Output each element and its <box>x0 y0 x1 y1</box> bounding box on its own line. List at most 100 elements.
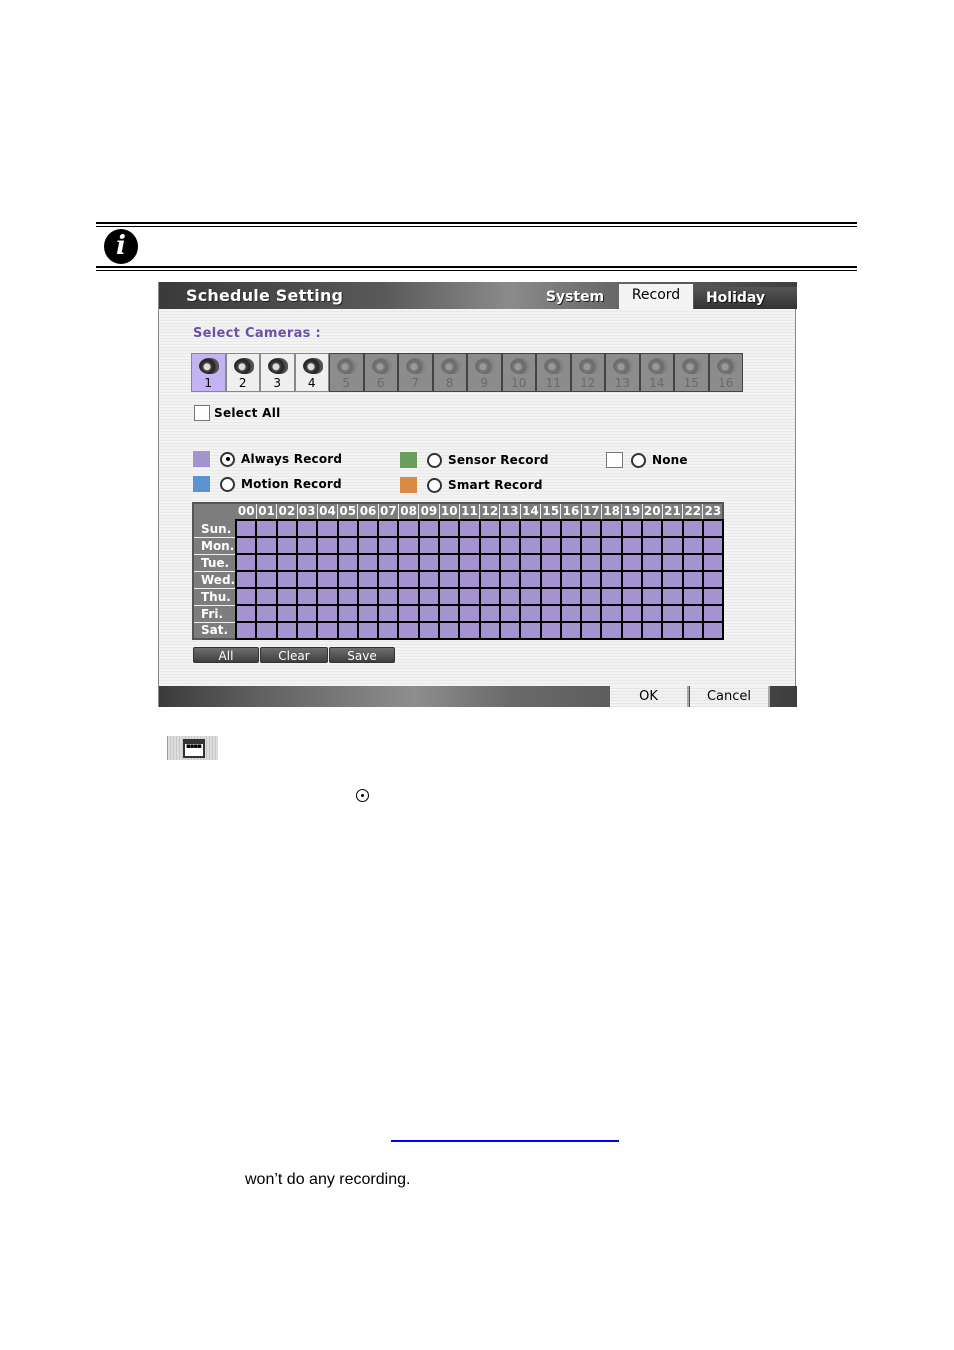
schedule-cell[interactable] <box>600 570 623 589</box>
schedule-cell[interactable] <box>255 519 278 538</box>
hour-header[interactable]: 19 <box>621 502 643 521</box>
schedule-cell[interactable] <box>275 604 299 623</box>
schedule-cell[interactable] <box>519 570 542 589</box>
schedule-cell[interactable] <box>336 519 359 538</box>
schedule-cell[interactable] <box>539 621 562 640</box>
schedule-cell[interactable] <box>275 621 299 640</box>
schedule-cell[interactable] <box>620 621 644 640</box>
all-button[interactable]: All <box>193 647 259 663</box>
schedule-cell[interactable] <box>580 587 603 606</box>
schedule-cell[interactable] <box>600 621 623 640</box>
schedule-cell[interactable] <box>580 519 603 538</box>
tab-system[interactable]: System <box>544 286 606 309</box>
schedule-cell[interactable] <box>701 536 725 555</box>
schedule-cell[interactable] <box>417 553 441 572</box>
schedule-cell[interactable] <box>458 587 481 606</box>
schedule-cell[interactable] <box>397 553 420 572</box>
schedule-cell[interactable] <box>620 553 644 572</box>
schedule-cell[interactable] <box>438 570 461 589</box>
schedule-cell[interactable] <box>397 519 420 538</box>
schedule-cell[interactable] <box>681 553 704 572</box>
schedule-grid[interactable]: 00 01 02 03 04 05 06 07 08 09 10 11 12 13 14 15 16 17 18 19… <box>192 502 725 640</box>
camera-1-button[interactable]: 1 <box>191 353 226 392</box>
schedule-cell[interactable] <box>458 553 481 572</box>
schedule-cell[interactable] <box>356 570 380 589</box>
schedule-cell[interactable] <box>681 536 704 555</box>
schedule-cell[interactable] <box>641 587 664 606</box>
schedule-cell[interactable] <box>336 553 359 572</box>
tab-holiday[interactable]: Holiday <box>694 287 797 309</box>
schedule-cell[interactable] <box>478 519 501 538</box>
hour-header[interactable]: 23 <box>702 502 724 521</box>
schedule-cell[interactable] <box>478 587 501 606</box>
schedule-cell[interactable] <box>701 621 725 640</box>
schedule-cell[interactable] <box>620 570 644 589</box>
schedule-cell[interactable] <box>438 604 461 623</box>
day-header[interactable]: Fri. <box>192 604 237 623</box>
schedule-cell[interactable] <box>661 519 684 538</box>
schedule-cell[interactable] <box>539 553 562 572</box>
schedule-cell[interactable] <box>661 553 684 572</box>
schedule-cell[interactable] <box>498 604 522 623</box>
schedule-cell[interactable] <box>580 536 603 555</box>
schedule-cell[interactable] <box>478 536 501 555</box>
schedule-cell[interactable] <box>336 536 359 555</box>
schedule-cell[interactable] <box>458 519 481 538</box>
schedule-cell[interactable] <box>417 604 441 623</box>
schedule-cell[interactable] <box>478 553 501 572</box>
schedule-cell[interactable] <box>519 536 542 555</box>
schedule-cell[interactable] <box>559 587 583 606</box>
hour-header[interactable]: 05 <box>337 502 359 521</box>
schedule-cell[interactable] <box>458 536 481 555</box>
save-button[interactable]: Save <box>329 647 395 663</box>
schedule-cell[interactable] <box>539 604 562 623</box>
schedule-cell[interactable] <box>519 604 542 623</box>
schedule-cell[interactable] <box>661 587 684 606</box>
schedule-cell[interactable] <box>600 519 623 538</box>
schedule-cell[interactable] <box>478 621 501 640</box>
schedule-cell[interactable] <box>316 553 339 572</box>
schedule-cell[interactable] <box>600 553 623 572</box>
schedule-cell[interactable] <box>498 570 522 589</box>
clear-button[interactable]: Clear <box>260 647 328 663</box>
hour-header[interactable]: 00 <box>235 502 257 521</box>
schedule-cell[interactable] <box>681 587 704 606</box>
hour-header[interactable]: 12 <box>479 502 501 521</box>
schedule-cell[interactable] <box>377 553 400 572</box>
schedule-cell[interactable] <box>235 587 258 606</box>
schedule-cell[interactable] <box>641 519 664 538</box>
camera-4-button[interactable]: 4 <box>294 353 329 392</box>
hour-header[interactable]: 14 <box>519 502 542 521</box>
schedule-cell[interactable] <box>498 553 522 572</box>
schedule-cell[interactable] <box>661 570 684 589</box>
schedule-cell[interactable] <box>559 553 583 572</box>
schedule-cell[interactable] <box>600 587 623 606</box>
schedule-cell[interactable] <box>498 587 522 606</box>
schedule-cell[interactable] <box>519 587 542 606</box>
schedule-cell[interactable] <box>295 570 319 589</box>
checkbox-box[interactable] <box>194 405 210 421</box>
schedule-cell[interactable] <box>295 587 319 606</box>
camera-2-button[interactable]: 2 <box>225 353 260 392</box>
hour-header[interactable]: 18 <box>600 502 623 521</box>
schedule-cell[interactable] <box>600 536 623 555</box>
schedule-cell[interactable] <box>681 519 704 538</box>
schedule-cell[interactable] <box>336 604 359 623</box>
schedule-cell[interactable] <box>539 536 562 555</box>
schedule-cell[interactable] <box>701 553 725 572</box>
schedule-cell[interactable] <box>275 570 299 589</box>
day-header[interactable]: Mon. <box>192 536 237 555</box>
schedule-cell[interactable] <box>316 587 339 606</box>
schedule-cell[interactable] <box>681 604 704 623</box>
sensor-record-radio[interactable] <box>427 452 442 468</box>
schedule-cell[interactable] <box>275 587 299 606</box>
schedule-cell[interactable] <box>397 536 420 555</box>
day-header[interactable]: Wed. <box>192 570 237 589</box>
schedule-cell[interactable] <box>519 519 542 538</box>
schedule-cell[interactable] <box>580 570 603 589</box>
schedule-cell[interactable] <box>316 536 339 555</box>
schedule-cell[interactable] <box>377 621 400 640</box>
schedule-cell[interactable] <box>295 536 319 555</box>
schedule-cell[interactable] <box>701 519 725 538</box>
schedule-cell[interactable] <box>235 553 258 572</box>
